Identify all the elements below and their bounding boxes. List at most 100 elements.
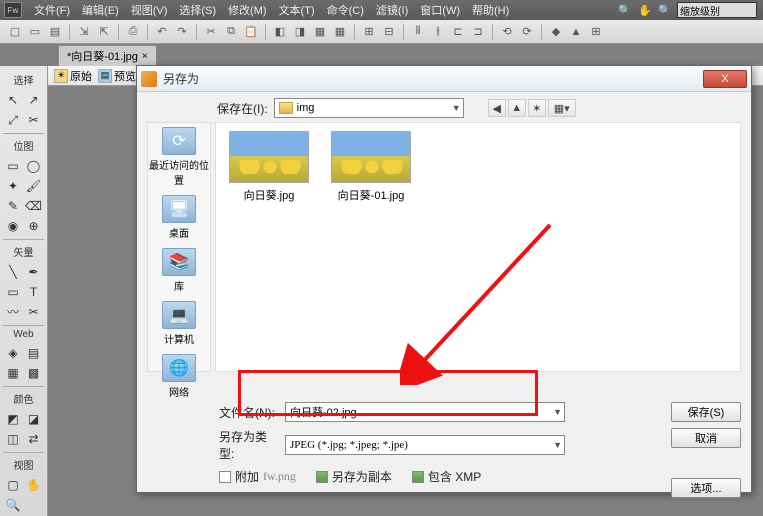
blur-tool-icon[interactable]: ◉ [4, 217, 22, 235]
fill-color-icon[interactable]: ◪ [25, 410, 43, 428]
save-in-combo[interactable]: img ▼ [274, 98, 464, 118]
close-icon[interactable]: × [142, 51, 148, 62]
tb-align-icon[interactable]: ⊏ [449, 23, 467, 41]
tb-btn-icon[interactable]: ▦ [331, 23, 349, 41]
tb-redo-icon[interactable]: ↷ [173, 23, 191, 41]
pen-tool-icon[interactable]: ✒ [25, 263, 43, 281]
section-bitmap: 位图 [0, 138, 47, 153]
tb-btn-icon[interactable]: ◨ [291, 23, 309, 41]
rect-tool-icon[interactable]: ▭ [4, 283, 22, 301]
place-library[interactable]: 📚 库 [162, 248, 196, 293]
options-button[interactable]: 选项... [671, 478, 741, 498]
place-computer[interactable]: 💻 计算机 [162, 301, 196, 346]
hand-icon[interactable]: ✋ [637, 2, 653, 18]
tb-paste-icon[interactable]: 📋 [242, 23, 260, 41]
document-tab[interactable]: *向日葵-01.jpg × [58, 45, 157, 66]
tb-rotate-icon[interactable]: ⟲ [498, 23, 516, 41]
tb-btn-icon[interactable]: ⊞ [587, 23, 605, 41]
filetype-label: 另存为类型: [219, 428, 279, 462]
tb-align-icon[interactable]: ⫲ [429, 23, 447, 41]
tb-btn-icon[interactable]: ▦ [311, 23, 329, 41]
file-list[interactable]: 向日葵.jpg 向日葵-01.jpg [215, 122, 741, 372]
tb-print-icon[interactable]: ⎙ [124, 23, 142, 41]
menu-command[interactable]: 命令(C) [321, 0, 370, 20]
tb-align-icon[interactable]: ⫴ [409, 23, 427, 41]
tb-export-icon[interactable]: ⇱ [95, 23, 113, 41]
tb-btn-icon[interactable]: ◆ [547, 23, 565, 41]
place-recent[interactable]: ⟳ 最近访问的位置 [148, 127, 210, 187]
pencil-tool-icon[interactable]: ✎ [4, 197, 22, 215]
tb-btn-icon[interactable]: ◧ [271, 23, 289, 41]
tb-align-icon[interactable]: ⊐ [469, 23, 487, 41]
xmp-checkbox[interactable] [412, 471, 424, 483]
brush-tool-icon[interactable]: 🖌 [25, 177, 43, 195]
tb-rotate-icon[interactable]: ⟳ [518, 23, 536, 41]
attach-checkbox[interactable] [219, 471, 231, 483]
menu-modify[interactable]: 修改(M) [222, 0, 273, 20]
tb-new-icon[interactable]: ▢ [6, 23, 24, 41]
tb-copy-icon[interactable]: ⧉ [222, 23, 240, 41]
wand-tool-icon[interactable]: ✦ [4, 177, 22, 195]
screen-mode-icon[interactable]: ▢ [4, 476, 22, 494]
hide-tool-icon[interactable]: ▦ [4, 364, 22, 382]
scale-tool-icon[interactable]: ⤢ [4, 111, 22, 129]
tb-ungroup-icon[interactable]: ⊟ [380, 23, 398, 41]
cancel-button[interactable]: 取消 [671, 428, 741, 448]
menu-file[interactable]: 文件(F) [28, 0, 76, 20]
save-button[interactable]: 保存(S) [671, 402, 741, 422]
close-button[interactable]: X [703, 70, 747, 88]
slice-tool-icon[interactable]: ▤ [25, 344, 43, 362]
swap-color-icon[interactable]: ⇄ [25, 430, 43, 448]
savecopy-checkbox[interactable] [316, 471, 328, 483]
menu-filter[interactable]: 滤镜(I) [370, 0, 414, 20]
view-preview[interactable]: ▤ 预览 [98, 68, 136, 84]
zoom-input[interactable] [677, 2, 757, 18]
crop-tool-icon[interactable]: ✂ [25, 111, 43, 129]
menu-text[interactable]: 文本(T) [273, 0, 321, 20]
default-color-icon[interactable]: ◫ [4, 430, 22, 448]
viewmode-icon[interactable]: ▦▾ [548, 99, 576, 117]
tb-import-icon[interactable]: ⇲ [75, 23, 93, 41]
zoom-icon[interactable]: 🔍 [657, 2, 673, 18]
menu-view[interactable]: 视图(V) [125, 0, 174, 20]
menu-select[interactable]: 选择(S) [173, 0, 222, 20]
file-item[interactable]: 向日葵.jpg [224, 131, 314, 203]
freeform-tool-icon[interactable]: 〰 [4, 303, 22, 321]
knife-tool-icon[interactable]: ✂ [25, 303, 43, 321]
newfolder-icon[interactable]: ✶ [528, 99, 546, 117]
filename-combo[interactable]: 向日葵-02.jpg ▼ [285, 402, 565, 422]
marquee-tool-icon[interactable]: ▭ [4, 157, 22, 175]
filetype-combo[interactable]: JPEG (*.jpg; *.jpeg; *.jpe) ▼ [285, 435, 565, 455]
menu-window[interactable]: 窗口(W) [414, 0, 466, 20]
tb-open-icon[interactable]: ▭ [26, 23, 44, 41]
tb-save-icon[interactable]: ▤ [46, 23, 64, 41]
save-as-dialog: 另存为 X 保存在(I): img ▼ ◀ ▲ ✶ ▦▾ ⟳ [136, 65, 752, 493]
zoom-tool-icon[interactable]: 🔍 [4, 496, 22, 514]
file-item[interactable]: 向日葵-01.jpg [326, 131, 416, 203]
filename-label: 文件名(N): [219, 404, 279, 421]
tb-cut-icon[interactable]: ✂ [202, 23, 220, 41]
lasso-tool-icon[interactable]: ◯ [25, 157, 43, 175]
back-icon[interactable]: ◀ [488, 99, 506, 117]
stroke-color-icon[interactable]: ◩ [4, 410, 22, 428]
eraser-tool-icon[interactable]: ⌫ [25, 197, 43, 215]
search-icon[interactable]: 🔍 [617, 2, 633, 18]
pointer-tool-icon[interactable]: ↖ [4, 91, 22, 109]
place-network[interactable]: 🌐 网络 [162, 354, 196, 399]
menu-help[interactable]: 帮助(H) [466, 0, 515, 20]
show-tool-icon[interactable]: ▩ [25, 364, 43, 382]
hotspot-tool-icon[interactable]: ◈ [4, 344, 22, 362]
text-tool-icon[interactable]: T [25, 283, 43, 301]
stamp-tool-icon[interactable]: ⊕ [25, 217, 43, 235]
tb-btn-icon[interactable]: ▲ [567, 23, 585, 41]
section-vector: 矢量 [0, 244, 47, 259]
hand-tool-icon[interactable]: ✋ [25, 476, 43, 494]
menu-edit[interactable]: 编辑(E) [76, 0, 125, 20]
up-icon[interactable]: ▲ [508, 99, 526, 117]
tb-group-icon[interactable]: ⊞ [360, 23, 378, 41]
view-original[interactable]: ☀ 原始 [54, 68, 92, 84]
subselect-tool-icon[interactable]: ↗ [25, 91, 43, 109]
place-desktop[interactable]: 🖥 桌面 [162, 195, 196, 240]
tb-undo-icon[interactable]: ↶ [153, 23, 171, 41]
line-tool-icon[interactable]: ╲ [4, 263, 22, 281]
